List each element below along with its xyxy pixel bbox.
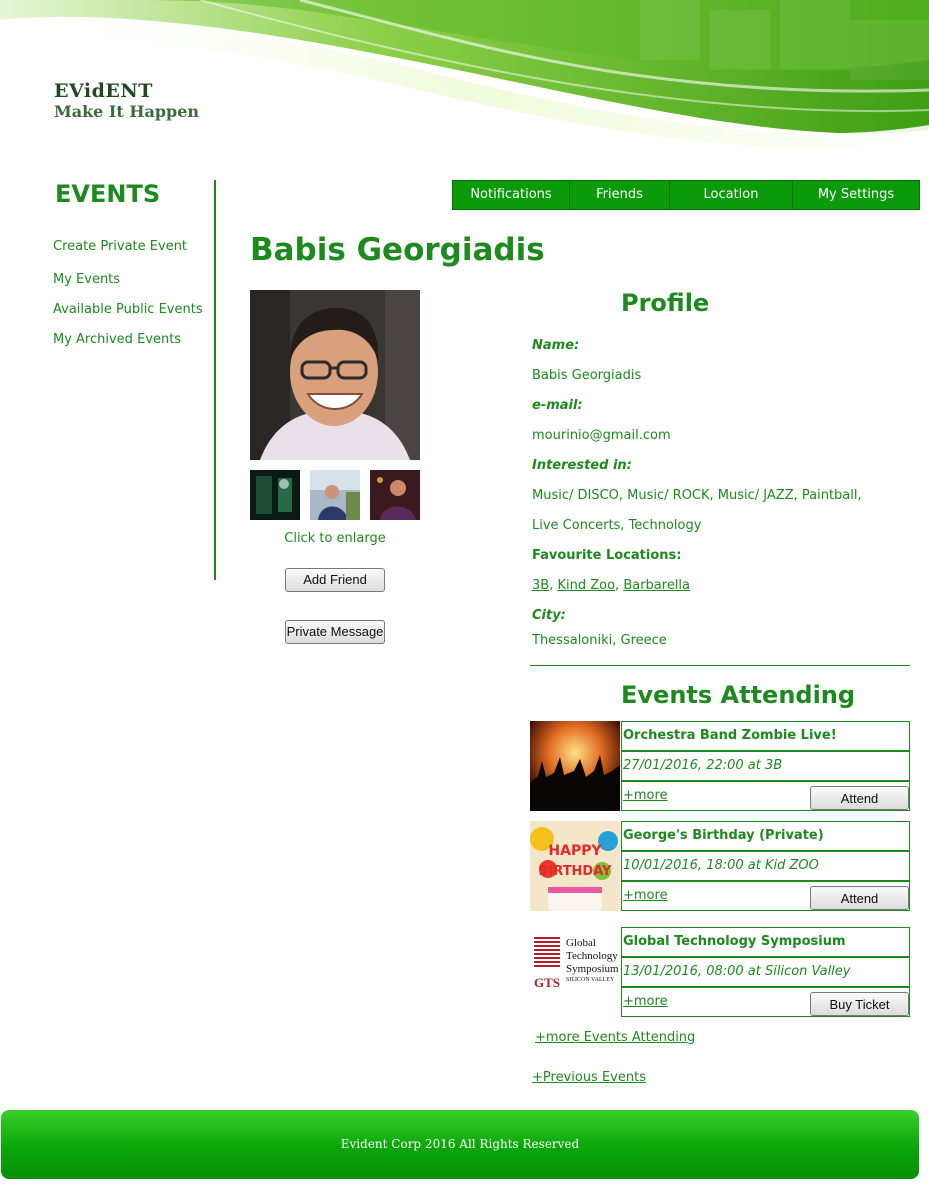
email-value: mourinio@gmail.com [532, 428, 671, 443]
event-3-date: 13/01/2016, 08:00 at Silicon Valley [621, 957, 910, 987]
event-image-gts-logo: GTS Global Technology Symposium SILICON … [530, 927, 620, 1017]
nav-notifications[interactable]: Notifications [453, 181, 570, 209]
gts-logo-name-line-1: Global [566, 937, 596, 949]
interests-value-line-2: Live Concerts, Technology [532, 518, 702, 533]
event-1-date: 27/01/2016, 22:00 at 3B [621, 751, 910, 781]
photo-thumbnail-1[interactable] [250, 470, 300, 520]
gts-logo-letters: GTS [533, 975, 560, 990]
gts-logo-subtitle: SILICON VALLEY [566, 977, 615, 983]
brand-tagline: Make It Happen [54, 102, 200, 121]
event-image-birthday: HAPPY BIRTHDAY [530, 821, 620, 911]
photo-thumbnail-2[interactable] [310, 470, 360, 520]
nav-friends[interactable]: Friends [570, 181, 670, 209]
favourite-locations-list: 3B, Kind Zoo, Barbarella [532, 578, 691, 593]
events-attending-title: Events Attending [621, 681, 856, 709]
city-value: Thessaloniki, Greece [532, 633, 667, 648]
interests-value-line-1: Music/ DISCO, Music/ ROCK, Music/ JAZZ, … [532, 488, 862, 503]
private-message-button[interactable]: Private Message [285, 620, 385, 644]
sidebar-link-create-private-event[interactable]: Create Private Event [53, 239, 187, 254]
footer: Evident Corp 2016 All Rights Reserved [1, 1110, 919, 1179]
sidebar-title: EVENTS [55, 180, 161, 208]
name-value: Babis Georgiadis [532, 368, 642, 383]
event-1-attend-button[interactable]: Attend [810, 786, 909, 810]
event-image-concert [530, 721, 620, 811]
sidebar-divider [214, 180, 216, 580]
profile-section-title: Profile [621, 289, 710, 317]
event-2-date: 10/01/2016, 18:00 at Kid ZOO [621, 851, 910, 881]
location-link-barbarella[interactable]: Barbarella [623, 578, 690, 593]
gts-logo-name-line-3: Symposium [566, 963, 619, 975]
click-to-enlarge-hint: Click to enlarge [284, 531, 386, 546]
profile-photo[interactable] [250, 290, 420, 460]
city-label: City: [532, 608, 566, 623]
svg-text:BIRTHDAY: BIRTHDAY [539, 864, 613, 879]
interests-label: Interested in: [532, 458, 632, 473]
gts-logo-mark [533, 935, 561, 1007]
event-1-title: Orchestra Band Zombie Live! [621, 721, 910, 751]
sidebar-link-available-public-events[interactable]: Available Public Events [53, 302, 203, 317]
favourite-locations-label: Favourite Locations: [532, 548, 682, 563]
name-label: Name: [532, 338, 580, 353]
gts-logo-name: Global Technology Symposium SILICON VALL… [566, 937, 620, 984]
event-2-title: George's Birthday (Private) [621, 821, 910, 851]
location-link-kind-zoo[interactable]: Kind Zoo [557, 578, 615, 593]
event-2-more-link[interactable]: +more [623, 888, 668, 903]
event-3-more-link[interactable]: +more [623, 994, 668, 1009]
event-1-more-link[interactable]: +more [623, 788, 668, 803]
svg-text:HAPPY: HAPPY [548, 843, 602, 859]
more-events-attending-link[interactable]: +more Events Attending [535, 1030, 695, 1045]
event-3-buy-ticket-button[interactable]: Buy Ticket [810, 992, 909, 1016]
photo-thumbnail-3[interactable] [370, 470, 420, 520]
header-banner: EVidENT Make It Happen [0, 0, 929, 175]
footer-copyright: Evident Corp 2016 All Rights Reserved [340, 1137, 580, 1151]
sidebar-link-my-archived-events[interactable]: My Archived Events [53, 332, 181, 347]
location-link-3b[interactable]: 3B [532, 578, 549, 593]
top-navigation: Notifications Friends Location My Settin… [452, 180, 920, 210]
page-title: Babis Georgiadis [250, 232, 545, 268]
brand-name: EVidENT [54, 80, 153, 102]
event-2-attend-button[interactable]: Attend [810, 886, 909, 910]
sidebar-link-my-events[interactable]: My Events [53, 272, 120, 287]
email-label: e-mail: [532, 398, 583, 413]
nav-my-settings[interactable]: My Settings [793, 181, 919, 209]
gts-logo-name-line-2: Technology [566, 950, 618, 962]
event-3-title: Global Technology Symposium [621, 927, 910, 957]
add-friend-button[interactable]: Add Friend [285, 568, 385, 592]
profile-divider [530, 665, 910, 666]
nav-location[interactable]: Location [670, 181, 793, 209]
previous-events-link[interactable]: +Previous Events [532, 1070, 646, 1085]
